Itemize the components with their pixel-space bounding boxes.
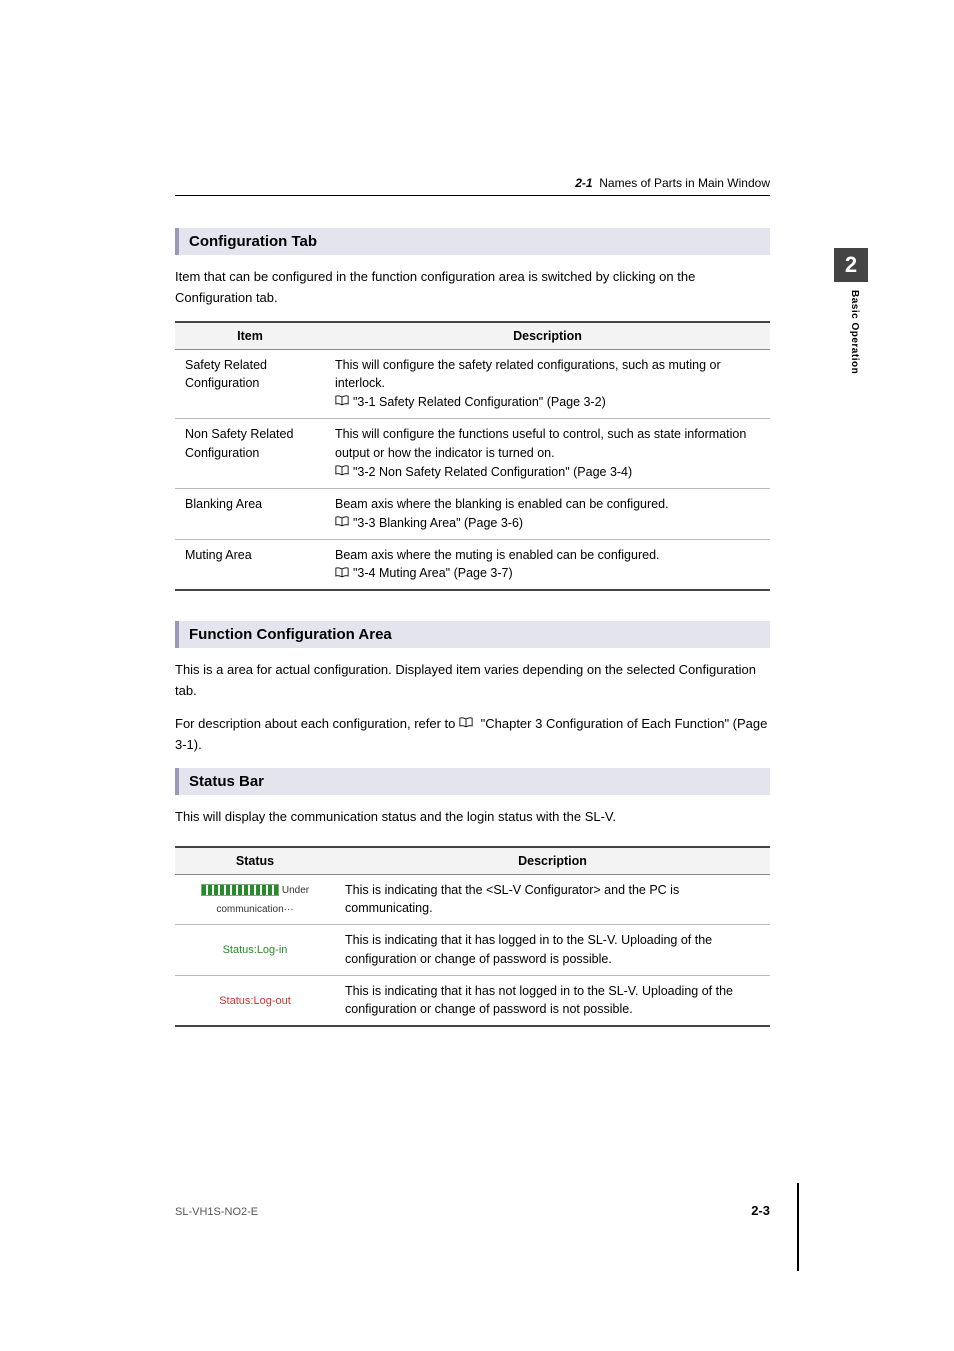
- book-icon: [335, 463, 349, 482]
- status-communicating: Under communication···: [175, 874, 335, 925]
- table-header-description: Description: [325, 322, 770, 350]
- cell-item: Blanking Area: [175, 488, 325, 539]
- cell-desc: This is indicating that the <SL-V Config…: [335, 874, 770, 925]
- footer-crop-mark: [797, 1183, 799, 1271]
- paragraph: This is a area for actual configuration.…: [175, 660, 770, 702]
- table-row: Status:Log-in This is indicating that it…: [175, 925, 770, 976]
- book-icon: [335, 514, 349, 533]
- cell-desc: This will configure the safety related c…: [325, 349, 770, 419]
- cell-desc: This will configure the functions useful…: [325, 419, 770, 489]
- status-logout: Status:Log-out: [175, 975, 335, 1026]
- table-row: Safety Related Configuration This will c…: [175, 349, 770, 419]
- book-icon: [335, 393, 349, 412]
- running-header: 2-1 Names of Parts in Main Window: [575, 176, 770, 190]
- section-heading-status-bar: Status Bar: [175, 768, 770, 795]
- section-number: 2-1: [575, 176, 592, 190]
- status-bar-table: Status Description Under communication··…: [175, 846, 770, 1028]
- book-icon: [335, 565, 349, 584]
- table-header-description: Description: [335, 847, 770, 875]
- section-heading-function-configuration-area: Function Configuration Area: [175, 621, 770, 648]
- cell-desc: Beam axis where the muting is enabled ca…: [325, 539, 770, 590]
- status-login: Status:Log-in: [175, 925, 335, 976]
- section-intro: Item that can be configured in the funct…: [175, 267, 770, 309]
- cell-desc: This is indicating that it has logged in…: [335, 925, 770, 976]
- footer-page-number: 2-3: [751, 1203, 770, 1218]
- cell-item: Non Safety Related Configuration: [175, 419, 325, 489]
- table-row: Status:Log-out This is indicating that i…: [175, 975, 770, 1026]
- table-header-status: Status: [175, 847, 335, 875]
- cell-desc: This is indicating that it has not logge…: [335, 975, 770, 1026]
- table-header-item: Item: [175, 322, 325, 350]
- table-row: Under communication··· This is indicatin…: [175, 874, 770, 925]
- chapter-side-label: Basic Operation: [849, 290, 860, 374]
- paragraph: This will display the communication stat…: [175, 807, 770, 828]
- section-heading-configuration-tab: Configuration Tab: [175, 228, 770, 255]
- table-row: Non Safety Related Configuration This wi…: [175, 419, 770, 489]
- chapter-tab: 2: [834, 248, 868, 282]
- paragraph: For description about each configuration…: [175, 714, 770, 756]
- cell-desc: Beam axis where the blanking is enabled …: [325, 488, 770, 539]
- section-title: Names of Parts in Main Window: [599, 176, 770, 190]
- cell-item: Muting Area: [175, 539, 325, 590]
- cell-item: Safety Related Configuration: [175, 349, 325, 419]
- book-icon: [459, 714, 473, 735]
- progress-bar-icon: [201, 884, 279, 896]
- table-row: Blanking Area Beam axis where the blanki…: [175, 488, 770, 539]
- footer-document-code: SL-VH1S-NO2-E: [175, 1206, 258, 1218]
- configuration-tab-table: Item Description Safety Related Configur…: [175, 321, 770, 592]
- header-rule: [175, 195, 770, 196]
- table-row: Muting Area Beam axis where the muting i…: [175, 539, 770, 590]
